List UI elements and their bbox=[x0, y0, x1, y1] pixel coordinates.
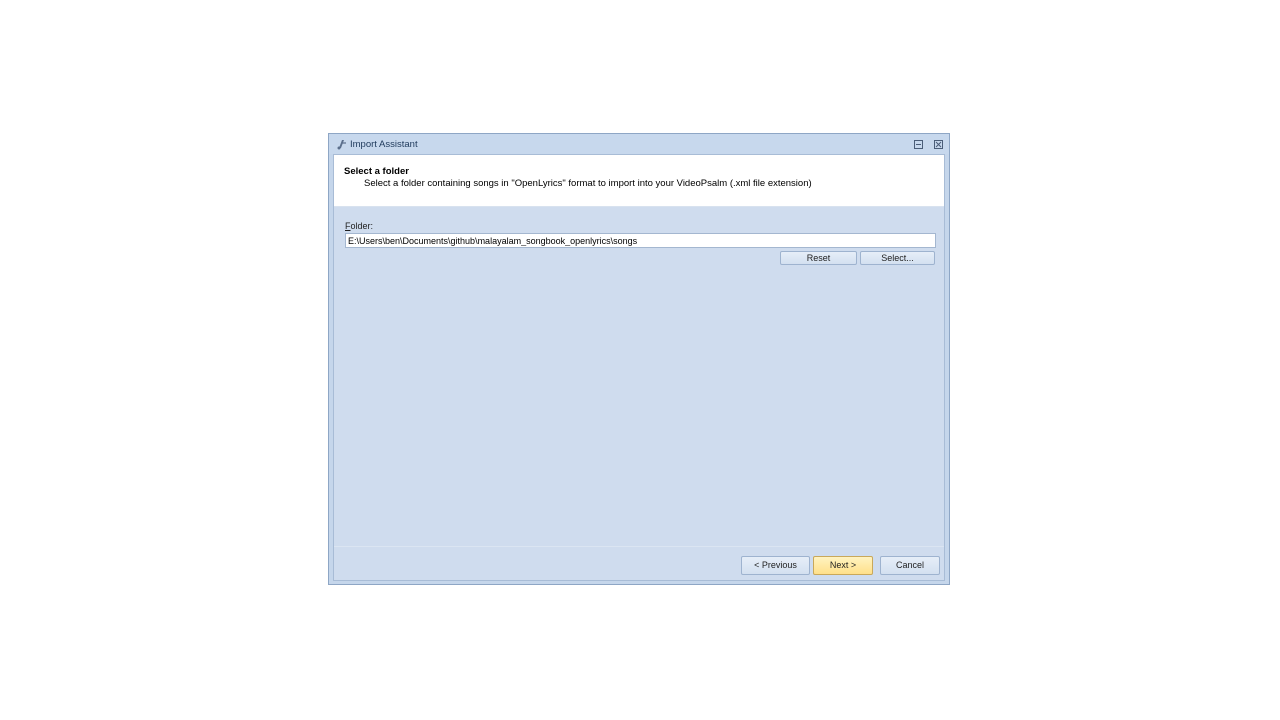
window-title: Import Assistant bbox=[350, 139, 418, 150]
next-button[interactable]: Next > bbox=[813, 556, 873, 575]
folder-path-input[interactable] bbox=[345, 233, 936, 248]
wizard-header: Select a folder Select a folder containi… bbox=[334, 155, 944, 207]
previous-button[interactable]: < Previous bbox=[741, 556, 810, 575]
close-icon[interactable] bbox=[934, 140, 943, 149]
import-assistant-window: Import Assistant Select a folder Select … bbox=[328, 133, 950, 585]
cancel-button[interactable]: Cancel bbox=[880, 556, 940, 575]
page-title: Select a folder bbox=[344, 166, 409, 177]
app-icon bbox=[336, 138, 348, 150]
restore-icon[interactable] bbox=[914, 140, 923, 149]
wizard-client-area: Select a folder Select a folder containi… bbox=[333, 154, 945, 581]
select-folder-button[interactable]: Select... bbox=[860, 251, 935, 265]
folder-label-text: older: bbox=[350, 221, 374, 231]
title-bar[interactable]: Import Assistant bbox=[329, 134, 949, 154]
footer-divider bbox=[334, 546, 944, 547]
page-description: Select a folder containing songs in "Ope… bbox=[364, 178, 812, 189]
folder-label: Folder: bbox=[345, 221, 373, 231]
reset-button[interactable]: Reset bbox=[780, 251, 857, 265]
